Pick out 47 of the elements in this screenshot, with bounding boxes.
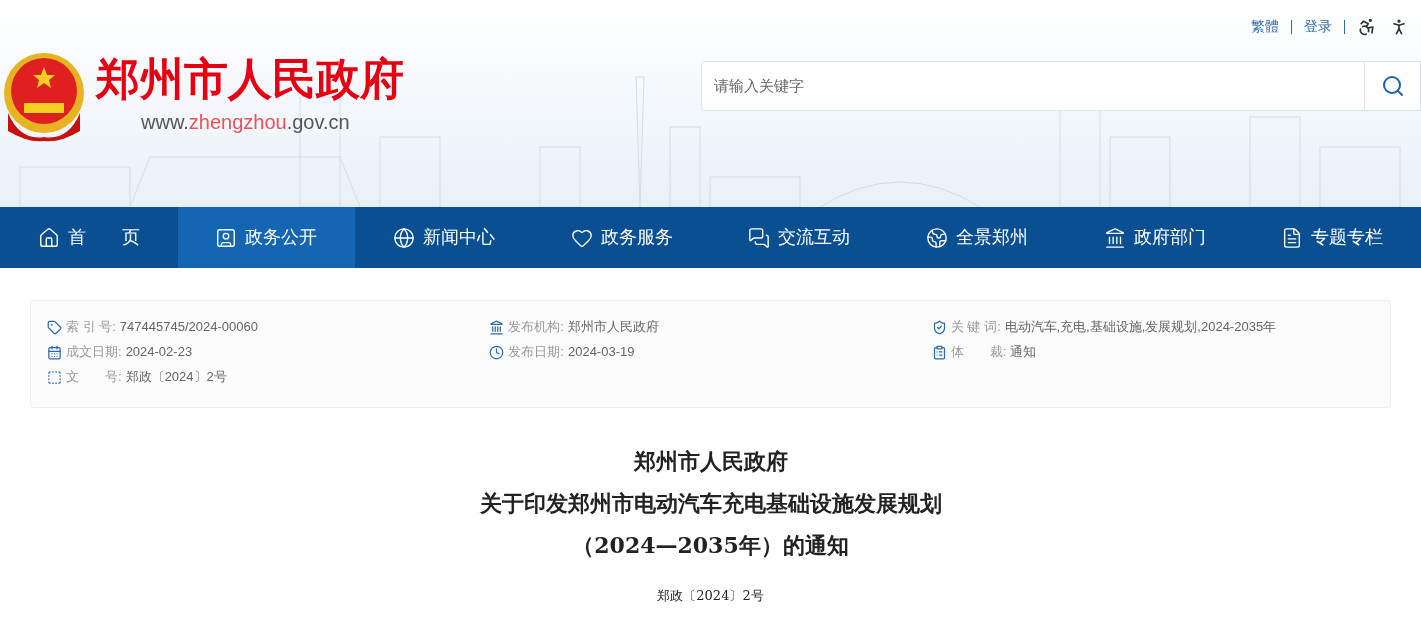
info-label: 文 号: xyxy=(66,368,122,386)
search-button[interactable] xyxy=(1365,61,1421,111)
info-value: 747445745/2024-00060 xyxy=(119,318,258,336)
nav-item[interactable]: 政务公开 xyxy=(177,207,356,268)
info-icon xyxy=(489,319,505,335)
id-card-icon xyxy=(215,226,238,249)
site-url: www.zhengzhou.gov.cn xyxy=(141,110,351,135)
info-value: 电动汽车,充电,基础设施,发展规划,2024-2035年 xyxy=(1004,318,1277,336)
info-value: 通知 xyxy=(1010,343,1037,361)
nav-item[interactable]: 政府部门 xyxy=(1065,207,1244,268)
info-icon xyxy=(47,369,62,385)
nav-item[interactable]: 专题专栏 xyxy=(1243,207,1421,268)
info-label: 体 裁: xyxy=(950,343,1007,361)
site-title: 郑州市人民政府 xyxy=(96,52,404,106)
search-icon xyxy=(1380,74,1405,98)
info-value: 郑政〔2024〕2号 xyxy=(125,368,227,386)
info-icon xyxy=(931,319,947,335)
document-title: 关于印发郑州市电动汽车充电基础设施发展规划 xyxy=(479,489,942,518)
earth-icon xyxy=(925,226,948,249)
info-label: 关 键 词: xyxy=(950,318,1001,336)
info-label: 成文日期: xyxy=(66,343,122,361)
nav-item[interactable]: 新闻中心 xyxy=(355,207,533,268)
info-icon xyxy=(47,344,62,360)
globe-icon xyxy=(393,226,416,249)
info-label: 索 引 号: xyxy=(66,318,116,336)
nav-item[interactable]: 交流互动 xyxy=(710,207,889,268)
header-link[interactable]: 登录 xyxy=(1304,16,1332,37)
document-number: 郑政〔2024〕2号 xyxy=(657,587,764,605)
info-value: 2024-02-23 xyxy=(125,343,193,361)
nav-item[interactable]: 首 页 xyxy=(0,207,178,268)
info-icon xyxy=(931,344,947,360)
info-value: 郑州市人民政府 xyxy=(567,318,659,336)
info-label: 发布日期: xyxy=(508,343,564,361)
chat-bubbles-icon xyxy=(748,226,771,249)
accessibility-icon[interactable] xyxy=(1357,16,1377,37)
header-link[interactable]: 繁體 xyxy=(1251,16,1279,37)
info-icon xyxy=(489,344,505,360)
nav-item[interactable]: 政务服务 xyxy=(532,207,711,268)
info-icon xyxy=(47,319,62,335)
info-label: 发布机构: xyxy=(508,318,564,336)
nav-item[interactable]: 全景郑州 xyxy=(888,207,1066,268)
document-title: 郑州市人民政府 xyxy=(633,447,788,476)
document-title: （2024—2035年）的通知 xyxy=(572,531,849,560)
info-value: 2024-03-19 xyxy=(567,343,635,361)
building-columns-icon xyxy=(1103,226,1126,249)
house-icon xyxy=(37,226,60,249)
search-field[interactable]: 请输入关键字 xyxy=(701,61,1365,111)
